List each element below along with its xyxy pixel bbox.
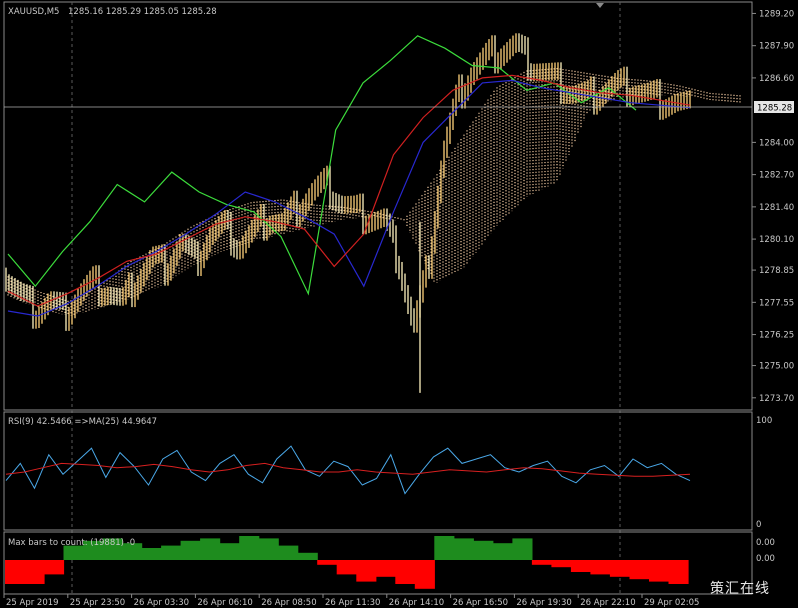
time-tick-label: 26 Apr 06:10 (197, 598, 252, 608)
histogram-bar (141, 548, 162, 560)
time-tick-label: 26 Apr 16:50 (453, 598, 508, 608)
main-symbol: XAUUSD,M5 (8, 7, 59, 17)
price-tick-label: 1278.85 (759, 266, 794, 276)
price-tick-label: 1286.60 (759, 74, 794, 84)
histogram-bar (200, 538, 221, 560)
price-tick-label: 1284.00 (759, 138, 794, 148)
price-tick-label: 1282.70 (759, 171, 794, 181)
histogram-bar (278, 545, 299, 560)
time-tick-label: 26 Apr 19:30 (516, 598, 571, 608)
histogram-bar (24, 560, 45, 584)
histogram-bar (453, 538, 474, 560)
time-tick-label: 26 Apr 22:10 (580, 598, 635, 608)
histogram-bar (317, 560, 338, 565)
rsi-tick-100: 100 (756, 416, 772, 426)
histogram-bar (649, 560, 670, 582)
price-tick-label: 1276.25 (759, 331, 794, 341)
histogram-bar (219, 543, 240, 560)
histogram-bar (434, 536, 455, 560)
histogram-bar (44, 560, 65, 575)
histogram-bar (297, 552, 318, 560)
main-ohlc: 1285.16 1285.29 1285.05 1285.28 (68, 7, 217, 17)
histogram-bar (629, 560, 650, 580)
histogram-bar (180, 540, 201, 560)
price-tick-label: 1273.70 (759, 394, 794, 404)
time-tick-label: 26 Apr 11:30 (325, 598, 380, 608)
watermark: 策汇在线 (710, 581, 770, 597)
histogram-bar (512, 538, 533, 560)
time-tick-label: 25 Apr 23:50 (70, 598, 125, 608)
histogram-bar (395, 560, 416, 584)
time-tick-label: 25 Apr 2019 (6, 598, 59, 608)
histogram-bar (336, 560, 357, 575)
histogram-tick-top: 0.00 (756, 538, 775, 548)
histogram-bar (414, 560, 435, 589)
histogram-header: Max bars to count: (19881) -0 (8, 538, 135, 548)
time-tick-label: 26 Apr 03:30 (134, 598, 189, 608)
price-tick-label: 1287.90 (759, 42, 794, 52)
price-tick-label: 1275.00 (759, 362, 794, 372)
chart-canvas: XAUUSD,M5 1285.16 1285.29 1285.05 1285.2… (0, 0, 798, 608)
histogram-bar (531, 560, 552, 565)
time-tick-label: 26 Apr 14:10 (389, 598, 444, 608)
current-price-tag: 1285.28 (754, 101, 794, 114)
histogram-bar (258, 538, 279, 560)
histogram-tick-bottom: 0.00 (756, 554, 775, 564)
histogram-bar (609, 560, 630, 577)
histogram-bar (668, 560, 689, 584)
histogram-bar (239, 536, 260, 560)
histogram-bar (473, 540, 494, 560)
histogram-bar (570, 560, 591, 572)
current-price-label: 1285.28 (757, 104, 792, 114)
price-tick-label: 1289.20 (759, 9, 794, 19)
histogram-bar (590, 560, 611, 575)
histogram-bar (161, 545, 182, 560)
histogram-bar (5, 560, 26, 584)
price-tick-label: 1281.40 (759, 203, 794, 213)
price-tick-label: 1277.55 (759, 298, 794, 308)
rsi-header: RSI(9) 42.5466 =>MA(25) 44.9647 (8, 417, 157, 427)
histogram-bar (375, 560, 396, 577)
histogram-bar (551, 560, 572, 568)
rsi-tick-0: 0 (756, 520, 761, 530)
histogram-bar (356, 560, 377, 582)
histogram-bar (492, 543, 513, 560)
time-tick-label: 26 Apr 08:50 (261, 598, 316, 608)
price-tick-label: 1280.10 (759, 235, 794, 245)
time-tick-label: 29 Apr 02:05 (644, 598, 699, 608)
